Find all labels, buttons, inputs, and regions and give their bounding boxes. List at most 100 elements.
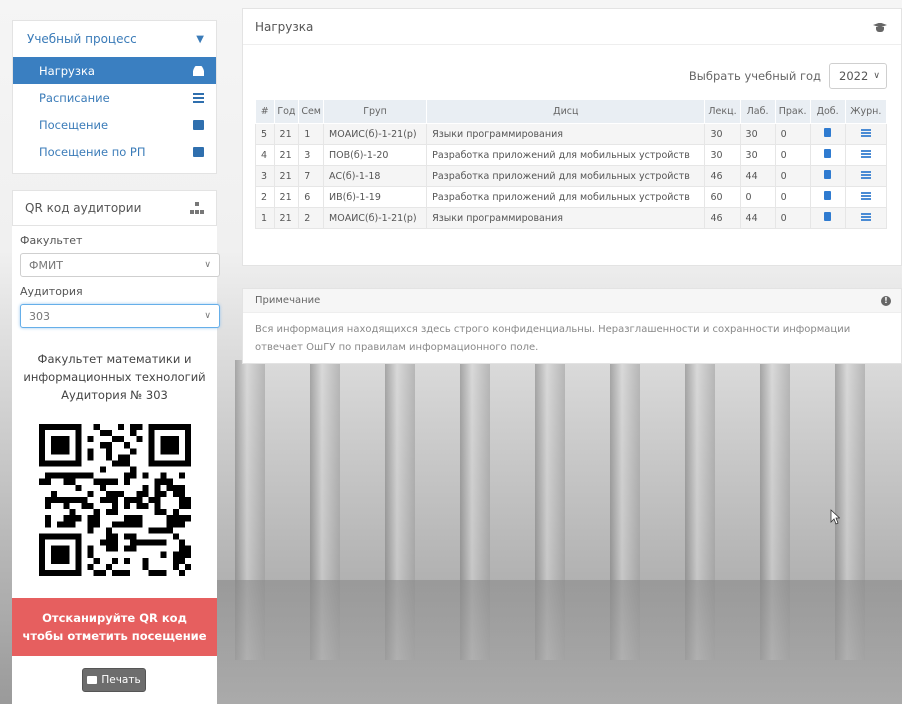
cell-sem: 3 bbox=[298, 144, 325, 166]
room-select-value: 303 bbox=[29, 309, 50, 323]
chevron-down-icon: ∨ bbox=[204, 260, 211, 270]
cell-n: 4 bbox=[255, 144, 275, 166]
cell-group: МОАИС(б)-1-21(р) bbox=[323, 123, 428, 145]
column-header[interactable]: Доб. bbox=[809, 99, 846, 124]
year-label: Выбрать учебный год bbox=[688, 69, 821, 83]
cell-prac: 0 bbox=[774, 207, 811, 229]
cell-n: 5 bbox=[255, 123, 275, 145]
qr-panel-header: QR код аудитории bbox=[12, 190, 217, 226]
column-header[interactable]: Сем bbox=[298, 99, 325, 124]
cell-lec: 60 bbox=[704, 186, 741, 208]
column-header[interactable]: Прак. bbox=[774, 99, 811, 124]
cell-year: 21 bbox=[273, 165, 300, 187]
menu-item-attendance-rp[interactable]: Посещение по РП bbox=[13, 138, 216, 165]
cell-journal bbox=[844, 207, 888, 229]
column-header[interactable]: Груп bbox=[323, 99, 428, 124]
journal-list-icon[interactable] bbox=[860, 128, 871, 137]
cell-year: 21 bbox=[273, 123, 300, 145]
table-row: 3 21 7 АС(б)-1-18 Разработка приложений для … bbox=[255, 165, 888, 187]
cell-group: МОАИС(б)-1-21(р) bbox=[323, 207, 428, 229]
cell-year: 21 bbox=[273, 144, 300, 166]
calendar-icon bbox=[193, 119, 204, 130]
cell-journal bbox=[844, 186, 888, 208]
mouse-cursor-icon bbox=[830, 509, 840, 525]
print-button[interactable]: Печать bbox=[82, 668, 146, 692]
info-icon: ! bbox=[881, 295, 891, 306]
add-document-icon[interactable] bbox=[824, 191, 832, 200]
cell-prac: 0 bbox=[774, 165, 811, 187]
load-table: # Год Сем Груп Дисц Лекц. Лаб. Прак. Доб. Журн. 5… bbox=[255, 99, 888, 229]
add-document-icon[interactable] bbox=[824, 212, 832, 221]
add-document-icon[interactable] bbox=[824, 170, 832, 179]
cell-group: ИВ(б)-1-19 bbox=[323, 186, 428, 208]
note-text-line: отвечает ОшГУ по правилам информационног… bbox=[255, 342, 539, 353]
cell-lab: 44 bbox=[739, 165, 776, 187]
cell-add bbox=[809, 207, 846, 229]
cell-disc: Разработка приложений для мобильных устр… bbox=[426, 144, 706, 166]
cell-add bbox=[809, 186, 846, 208]
cell-add bbox=[809, 165, 846, 187]
cell-disc: Разработка приложений для мобильных устр… bbox=[426, 186, 706, 208]
add-document-icon[interactable] bbox=[824, 128, 832, 137]
faculty-select[interactable]: ФМИТ ∨ bbox=[20, 253, 220, 277]
menu-title: Учебный процесс bbox=[27, 32, 137, 46]
menu-item-label: Расписание bbox=[39, 90, 110, 105]
menu-item-schedule[interactable]: Расписание bbox=[13, 84, 216, 111]
note-text-line: Вся информация находящихся здесь строго … bbox=[255, 324, 851, 335]
journal-list-icon[interactable] bbox=[860, 212, 871, 221]
add-document-icon[interactable] bbox=[824, 149, 832, 158]
cell-lec: 30 bbox=[704, 144, 741, 166]
cell-lab: 30 bbox=[739, 144, 776, 166]
cell-add bbox=[809, 144, 846, 166]
cell-lec: 30 bbox=[704, 123, 741, 145]
journal-list-icon[interactable] bbox=[860, 149, 871, 158]
caption-line: Факультет математики и bbox=[37, 352, 192, 366]
note-text: Вся информация находящихся здесь строго … bbox=[243, 313, 901, 365]
room-select[interactable]: 303 ∨ bbox=[20, 304, 220, 328]
journal-list-icon[interactable] bbox=[860, 170, 871, 179]
column-header[interactable]: Год bbox=[273, 99, 300, 124]
cell-sem: 2 bbox=[298, 207, 325, 229]
cell-lab: 30 bbox=[739, 123, 776, 145]
cell-journal bbox=[844, 165, 888, 187]
note-panel-header: Примечание ! bbox=[243, 289, 901, 313]
column-header[interactable]: # bbox=[255, 99, 275, 124]
column-header[interactable]: Лекц. bbox=[704, 99, 741, 124]
cell-group: ПОВ(б)-1-20 bbox=[323, 144, 428, 166]
cell-journal bbox=[844, 123, 888, 145]
load-panel-header: Нагрузка bbox=[243, 9, 901, 45]
menu-header[interactable]: Учебный процесс ▼ bbox=[13, 21, 216, 57]
sitemap-icon bbox=[190, 202, 204, 214]
menu-item-label: Нагрузка bbox=[39, 63, 95, 78]
note-panel: Примечание ! Вся информация находящихся … bbox=[242, 288, 902, 364]
cell-disc: Языки программирования bbox=[426, 207, 706, 229]
menu-item-load[interactable]: Нагрузка bbox=[13, 57, 216, 84]
cell-n: 2 bbox=[255, 186, 275, 208]
cell-lec: 46 bbox=[704, 165, 741, 187]
cell-prac: 0 bbox=[774, 186, 811, 208]
scan-qr-notice: Отсканируйте QR код чтобы отметить посещ… bbox=[12, 598, 217, 656]
column-header[interactable]: Дисц bbox=[426, 99, 706, 124]
qr-room-panel: QR код аудитории Факультет ФМИТ ∨ Аудито… bbox=[12, 190, 220, 704]
qr-code-image bbox=[38, 424, 191, 576]
column-header[interactable]: Лаб. bbox=[739, 99, 776, 124]
cell-year: 21 bbox=[273, 207, 300, 229]
study-process-menu: Учебный процесс ▼ Нагрузка Расписание По… bbox=[12, 20, 217, 174]
chevron-down-icon: ▼ bbox=[196, 33, 204, 45]
cell-sem: 6 bbox=[298, 186, 325, 208]
qr-panel-title: QR код аудитории bbox=[25, 201, 142, 215]
faculty-select-value: ФМИТ bbox=[29, 258, 63, 272]
menu-item-attendance[interactable]: Посещение bbox=[13, 111, 216, 138]
journal-list-icon[interactable] bbox=[860, 191, 871, 200]
note-panel-title: Примечание bbox=[255, 295, 321, 306]
year-select[interactable]: 2022 ∨ bbox=[829, 63, 887, 89]
table-row: 5 21 1 МОАИС(б)-1-21(р) Языки программирован… bbox=[255, 123, 888, 145]
load-panel-title: Нагрузка bbox=[255, 19, 314, 34]
cell-lab: 44 bbox=[739, 207, 776, 229]
caption-line: Аудитория № 303 bbox=[61, 388, 168, 402]
column-header[interactable]: Журн. bbox=[844, 99, 888, 124]
cell-sem: 1 bbox=[298, 123, 325, 145]
caption-line: информационных технологий bbox=[23, 370, 206, 384]
cell-disc: Разработка приложений для мобильных устр… bbox=[426, 165, 706, 187]
calendar-icon bbox=[193, 146, 204, 157]
